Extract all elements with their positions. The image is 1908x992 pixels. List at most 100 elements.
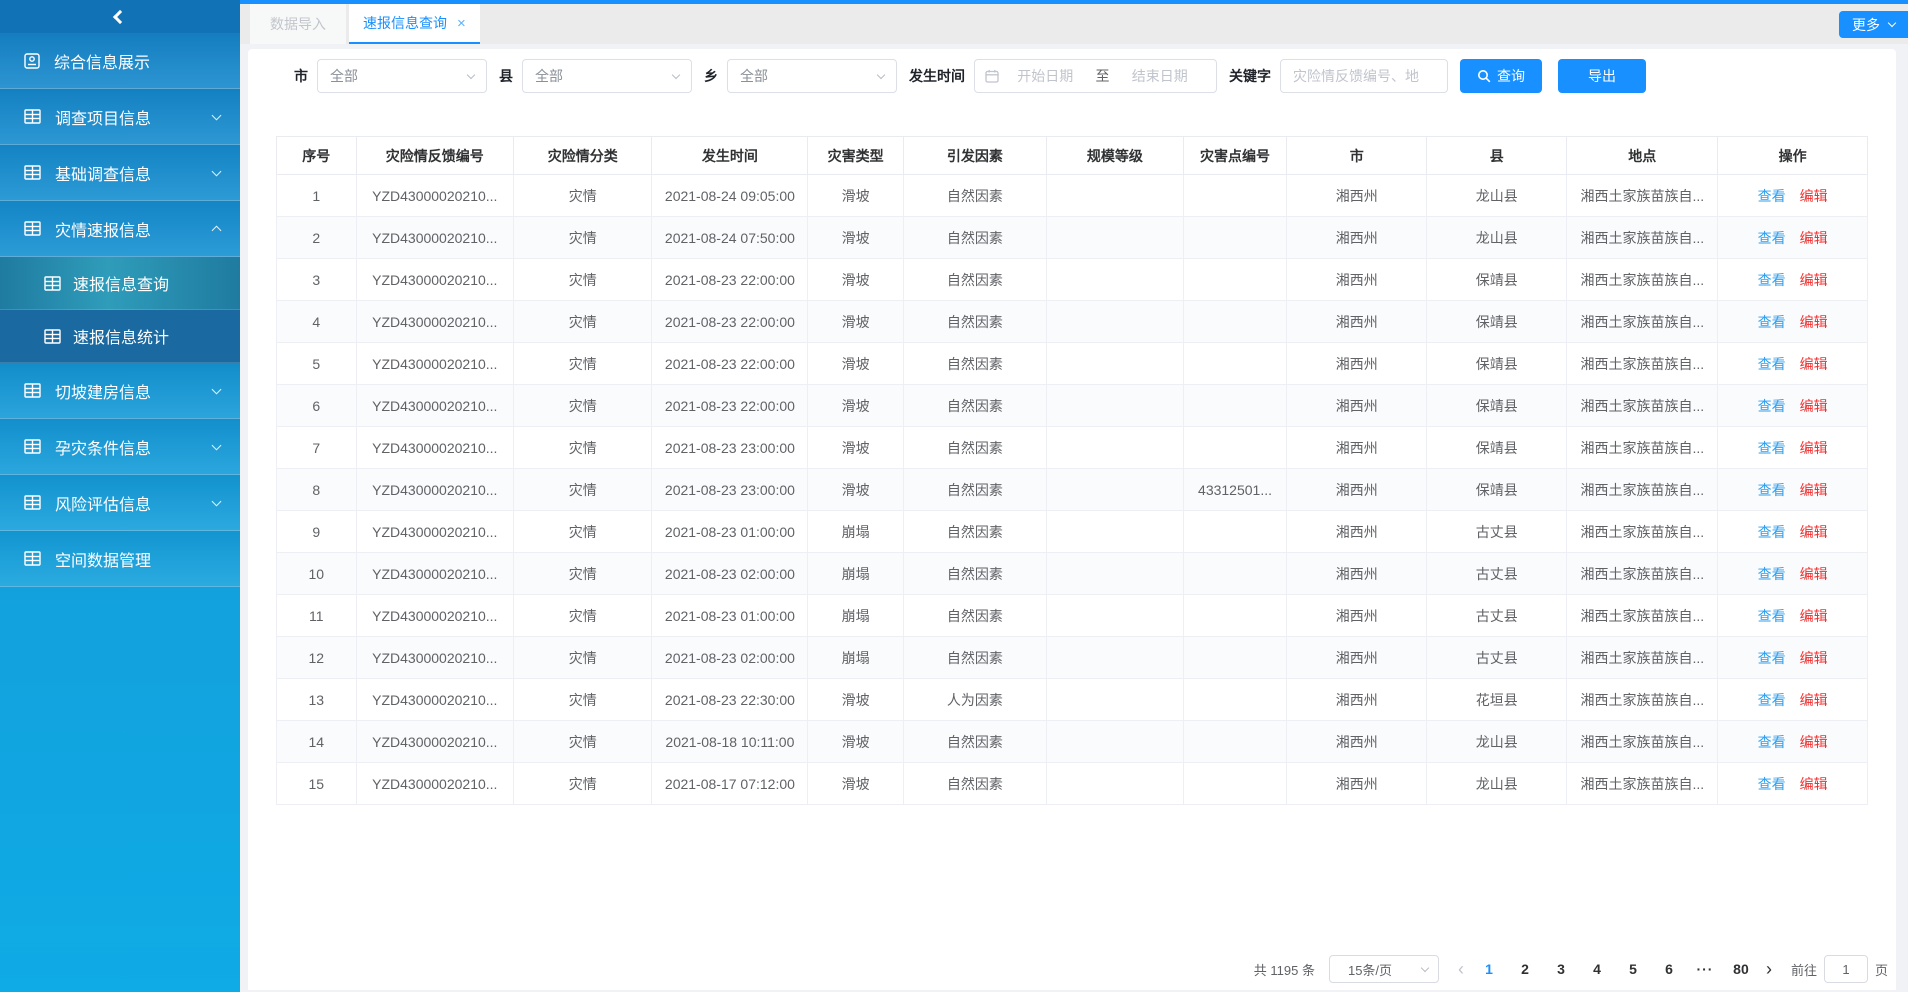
edit-link[interactable]: 编辑 [1800, 230, 1828, 246]
edit-link[interactable]: 编辑 [1800, 734, 1828, 750]
edit-link[interactable]: 编辑 [1800, 398, 1828, 414]
view-link[interactable]: 查看 [1758, 776, 1786, 792]
edit-link[interactable]: 编辑 [1800, 608, 1828, 624]
township-filter-label: 乡 [704, 66, 718, 86]
jump-page-input[interactable] [1824, 955, 1868, 983]
close-icon[interactable]: × [457, 15, 466, 32]
sidebar-item[interactable]: 切坡建房信息 [0, 363, 240, 419]
chevron-down-icon [212, 440, 222, 450]
edit-link[interactable]: 编辑 [1800, 776, 1828, 792]
township-select[interactable]: 全部 [727, 59, 897, 93]
cell-county: 保靖县 [1427, 427, 1567, 469]
cell-time: 2021-08-23 22:00:00 [652, 259, 808, 301]
sidebar-item-label: 调查项目信息 [55, 105, 151, 129]
cell-actions: 查看编辑 [1718, 427, 1868, 469]
data-table: 序号灾险情反馈编号灾险情分类发生时间灾害类型引发因素规模等级灾害点编号市县地点操… [276, 136, 1868, 805]
sidebar-subitem[interactable]: 速报信息查询 [0, 257, 240, 310]
cell-index: 4 [277, 301, 357, 343]
cell-scale [1047, 175, 1184, 217]
view-link[interactable]: 查看 [1758, 188, 1786, 204]
edit-link[interactable]: 编辑 [1800, 314, 1828, 330]
view-link[interactable]: 查看 [1758, 440, 1786, 456]
keyword-input[interactable] [1280, 59, 1448, 93]
cell-code: YZD43000020210... [356, 301, 514, 343]
cell-category: 灾情 [514, 217, 652, 259]
search-button[interactable]: 查询 [1460, 59, 1542, 93]
page-3[interactable]: 3 [1546, 961, 1576, 977]
page-2[interactable]: 2 [1510, 961, 1540, 977]
next-page-button[interactable]: › [1766, 960, 1772, 978]
cell-code: YZD43000020210... [356, 763, 514, 805]
cell-point [1183, 259, 1286, 301]
edit-link[interactable]: 编辑 [1800, 692, 1828, 708]
sidebar-item[interactable]: 灾情速报信息 [0, 201, 240, 257]
sidebar-item[interactable]: 风险评估信息 [0, 475, 240, 531]
edit-link[interactable]: 编辑 [1800, 566, 1828, 582]
view-link[interactable]: 查看 [1758, 356, 1786, 372]
county-select[interactable]: 全部 [522, 59, 692, 93]
page-4[interactable]: 4 [1582, 961, 1612, 977]
view-link[interactable]: 查看 [1758, 482, 1786, 498]
view-link[interactable]: 查看 [1758, 566, 1786, 582]
start-date-input[interactable]: 开始日期 [999, 66, 1092, 86]
cell-time: 2021-08-23 22:00:00 [652, 301, 808, 343]
cell-actions: 查看编辑 [1718, 259, 1868, 301]
cell-type: 滑坡 [808, 763, 903, 805]
edit-link[interactable]: 编辑 [1800, 524, 1828, 540]
view-link[interactable]: 查看 [1758, 608, 1786, 624]
view-link[interactable]: 查看 [1758, 650, 1786, 666]
view-link[interactable]: 查看 [1758, 692, 1786, 708]
view-link[interactable]: 查看 [1758, 398, 1786, 414]
sidebar-item-label: 基础调查信息 [55, 161, 151, 185]
edit-link[interactable]: 编辑 [1800, 356, 1828, 372]
cell-scale [1047, 385, 1184, 427]
city-select[interactable]: 全部 [317, 59, 487, 93]
page-1[interactable]: 1 [1474, 961, 1504, 977]
end-date-input[interactable]: 结束日期 [1114, 66, 1207, 86]
sidebar-item[interactable]: 综合信息展示 [0, 33, 240, 89]
date-range-picker[interactable]: 开始日期 至 结束日期 [974, 59, 1217, 93]
cell-index: 2 [277, 217, 357, 259]
cell-time: 2021-08-17 07:12:00 [652, 763, 808, 805]
cell-city: 湘西州 [1287, 469, 1427, 511]
edit-link[interactable]: 编辑 [1800, 482, 1828, 498]
chevron-down-icon [1421, 963, 1429, 971]
time-filter-label: 发生时间 [909, 66, 965, 86]
table-row: 6YZD43000020210...灾情2021-08-23 22:00:00滑… [277, 385, 1868, 427]
view-link[interactable]: 查看 [1758, 524, 1786, 540]
sidebar-subitem[interactable]: 速报信息统计 [0, 310, 240, 363]
filter-bar: 市 全部 县 全部 乡 全部 发生时间 [248, 49, 1896, 93]
edit-link[interactable]: 编辑 [1800, 650, 1828, 666]
view-link[interactable]: 查看 [1758, 314, 1786, 330]
prev-page-button[interactable]: ‹ [1458, 960, 1464, 978]
export-button[interactable]: 导出 [1558, 59, 1646, 93]
tab-active[interactable]: 速报信息查询× [349, 4, 480, 44]
view-link[interactable]: 查看 [1758, 230, 1786, 246]
cell-city: 湘西州 [1287, 553, 1427, 595]
page-80[interactable]: 80 [1726, 961, 1756, 977]
more-button[interactable]: 更多 [1839, 11, 1908, 38]
sidebar-collapse-button[interactable] [0, 0, 240, 33]
page-size-select[interactable]: 15条/页 [1329, 955, 1439, 983]
sidebar-item[interactable]: 基础调查信息 [0, 145, 240, 201]
dashboard-icon [24, 53, 40, 69]
sidebar-item[interactable]: 空间数据管理 [0, 531, 240, 587]
jump-unit-label: 页 [1875, 960, 1888, 979]
view-link[interactable]: 查看 [1758, 272, 1786, 288]
tab-inactive[interactable]: 数据导入 [250, 4, 346, 44]
page-6[interactable]: 6 [1654, 961, 1684, 977]
cell-point [1183, 343, 1286, 385]
cell-index: 7 [277, 427, 357, 469]
edit-link[interactable]: 编辑 [1800, 188, 1828, 204]
tab-bar: 数据导入速报信息查询× 更多 [240, 4, 1908, 44]
view-link[interactable]: 查看 [1758, 734, 1786, 750]
sidebar-item[interactable]: 调查项目信息 [0, 89, 240, 145]
edit-link[interactable]: 编辑 [1800, 440, 1828, 456]
page-5[interactable]: 5 [1618, 961, 1648, 977]
edit-link[interactable]: 编辑 [1800, 272, 1828, 288]
table-row: 11YZD43000020210...灾情2021-08-23 01:00:00… [277, 595, 1868, 637]
cell-actions: 查看编辑 [1718, 301, 1868, 343]
chevron-left-icon [113, 9, 127, 23]
cell-factor: 自然因素 [903, 343, 1046, 385]
sidebar-item[interactable]: 孕灾条件信息 [0, 419, 240, 475]
